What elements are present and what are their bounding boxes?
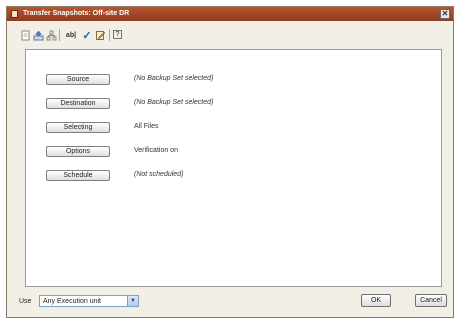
selecting-button[interactable]: Selecting <box>46 122 110 133</box>
script-icon[interactable] <box>94 29 106 41</box>
options-value: Verification on <box>134 147 178 154</box>
help-icon[interactable]: ? <box>113 30 122 39</box>
schedule-value: (Not scheduled) <box>134 171 184 178</box>
schedule-row: Schedule (Not scheduled) <box>46 170 426 182</box>
close-button[interactable]: ✕ <box>440 9 450 19</box>
use-label: Use <box>19 298 32 305</box>
hierarchy-icon[interactable] <box>45 29 57 41</box>
app-icon <box>11 10 18 18</box>
toolbar-separator <box>109 29 110 41</box>
destination-value: (No Backup Set selected) <box>134 99 214 106</box>
upload-icon[interactable] <box>32 29 44 41</box>
toolbar-separator <box>59 29 60 41</box>
cancel-button[interactable]: Cancel <box>415 294 447 307</box>
ok-button[interactable]: OK <box>361 294 391 307</box>
selecting-row: Selecting All Files <box>46 122 426 134</box>
destination-button[interactable]: Destination <box>46 98 110 109</box>
toolbar: ab| ✓ ? <box>19 27 159 45</box>
transfer-settings-panel: Source (No Backup Set selected) Destinat… <box>25 49 442 287</box>
chevron-down-icon[interactable]: ▼ <box>127 296 138 306</box>
options-button[interactable]: Options <box>46 146 110 157</box>
title-bar: Transfer Snapshots: Off-site DR ✕ <box>7 7 453 21</box>
source-value: (No Backup Set selected) <box>134 75 214 82</box>
options-row: Options Verification on <box>46 146 426 158</box>
dialog-footer: Use Any Execution unit ▼ OK Cancel <box>7 293 453 313</box>
execution-unit-value: Any Execution unit <box>43 298 101 305</box>
source-row: Source (No Backup Set selected) <box>46 74 426 86</box>
transfer-snapshots-dialog: Transfer Snapshots: Off-site DR ✕ ab| ✓ … <box>6 6 454 318</box>
document-icon[interactable] <box>19 29 31 41</box>
execution-unit-select[interactable]: Any Execution unit ▼ <box>39 295 139 307</box>
text-field-icon[interactable]: ab| <box>63 29 79 41</box>
schedule-button[interactable]: Schedule <box>46 170 110 181</box>
source-button[interactable]: Source <box>46 74 110 85</box>
destination-row: Destination (No Backup Set selected) <box>46 98 426 110</box>
window-title: Transfer Snapshots: Off-site DR <box>23 10 130 17</box>
checkmark-icon[interactable]: ✓ <box>81 29 93 42</box>
selecting-value: All Files <box>134 123 159 130</box>
